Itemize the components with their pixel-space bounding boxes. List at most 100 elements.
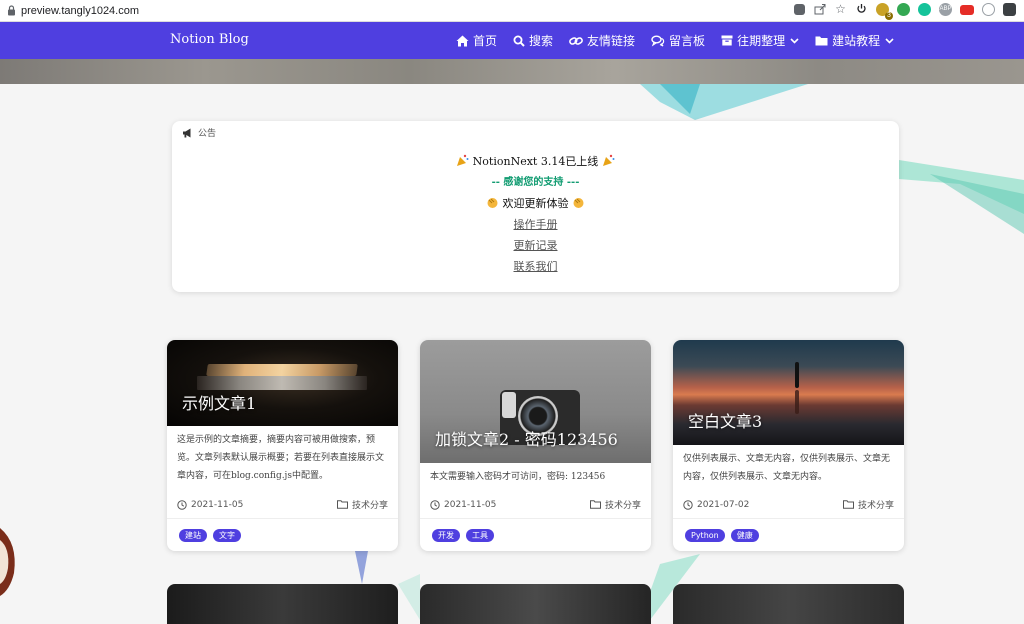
chevron-down-icon — [885, 37, 894, 44]
nav-item-tutorial[interactable]: 建站教程 — [815, 32, 894, 49]
post-date[interactable]: 2021-11-05 — [430, 500, 496, 510]
post-card[interactable]: 加锁文章2 - 密码123456 本文需要输入密码才可访问，密码: 123456… — [420, 340, 651, 551]
link-contact-us[interactable]: 联系我们 — [514, 260, 558, 273]
announcement-card: 公告 NotionNext 3.14已上线 -- 感谢您的支持 --- 欢迎更新… — [172, 121, 899, 292]
post-category-text: 技术分享 — [351, 501, 388, 511]
nav-item-label: 建站教程 — [832, 34, 881, 48]
grammarly-icon[interactable] — [918, 3, 931, 16]
nav-item-label: 往期整理 — [737, 34, 786, 48]
adblock-icon[interactable]: ABP — [939, 3, 952, 16]
clock-icon — [430, 499, 440, 510]
post-category[interactable]: 技术分享 — [336, 498, 388, 511]
post-meta: 2021-07-02 技术分享 — [683, 498, 894, 511]
laptop-body — [197, 376, 367, 390]
post-cover-image[interactable]: 加锁文章2 - 密码123456 — [420, 340, 651, 463]
card-divider — [167, 518, 398, 519]
lock-icon[interactable] — [5, 5, 17, 17]
link-user-manual[interactable]: 操作手册 — [514, 218, 558, 231]
announcement-heading: 公告 — [198, 129, 217, 139]
post-card-partial[interactable] — [167, 584, 398, 624]
nav-item-label: 留言板 — [669, 34, 706, 48]
post-cover-image[interactable]: 示例文章1 — [167, 340, 398, 426]
badge-extension-icon[interactable]: 3 — [876, 3, 893, 20]
post-tag[interactable]: Python — [685, 529, 725, 542]
post-category[interactable]: 技术分享 — [589, 498, 641, 511]
green-extension-icon[interactable] — [897, 3, 910, 16]
post-card-partial[interactable] — [673, 584, 904, 624]
search-icon — [513, 35, 525, 47]
nav-item-search[interactable]: 搜索 — [513, 32, 553, 49]
translate-icon[interactable] — [794, 4, 805, 15]
nav-item-guestbook[interactable]: 留言板 — [651, 32, 705, 49]
site-brand[interactable]: Notion Blog — [170, 32, 249, 47]
clapping-hands-icon — [487, 198, 498, 208]
card-divider — [420, 518, 651, 519]
post-category-text: 技术分享 — [857, 501, 894, 511]
mascot-illustration — [0, 528, 15, 596]
profile-icon[interactable] — [1003, 3, 1016, 16]
post-card-partial[interactable] — [420, 584, 651, 624]
post-date[interactable]: 2021-11-05 — [177, 500, 243, 510]
folder-outline-icon — [842, 500, 854, 509]
youtube-icon[interactable] — [960, 4, 974, 15]
post-date-text: 2021-11-05 — [444, 499, 497, 510]
post-tag[interactable]: 健康 — [730, 529, 759, 542]
post-tag[interactable]: 工具 — [466, 529, 494, 542]
post-date-text: 2021-07-02 — [697, 499, 750, 510]
nav-item-links[interactable]: 友情链接 — [569, 32, 635, 49]
post-title[interactable]: 示例文章1 — [182, 390, 256, 414]
link-icon — [569, 36, 583, 45]
post-meta: 2021-11-05 技术分享 — [177, 498, 388, 511]
laptop-illustration — [206, 364, 358, 376]
clapping-hands-icon — [573, 198, 584, 208]
power-icon[interactable] — [855, 3, 868, 16]
post-tags: 建站 文字 — [179, 529, 241, 542]
link-changelog[interactable]: 更新记录 — [514, 239, 558, 252]
post-tags: Python 健康 — [685, 529, 759, 542]
person-reflection — [795, 390, 799, 414]
announcement-header: 公告 — [182, 126, 216, 139]
browser-address-bar: preview.tangly1024.com ☆ 3 ABP — [0, 0, 1024, 22]
announcement-welcome-line: 欢迎更新体验 — [172, 193, 899, 214]
folder-outline-icon — [336, 500, 348, 509]
post-tag[interactable]: 开发 — [432, 529, 460, 542]
post-title[interactable]: 空白文章3 — [688, 408, 762, 432]
hero-banner-strip — [0, 59, 1024, 84]
archive-icon — [721, 35, 733, 46]
extension-badge-count: 3 — [885, 12, 893, 20]
nav-item-archive[interactable]: 往期整理 — [721, 32, 799, 49]
post-card[interactable]: 空白文章3 仅供列表展示、文章无内容，仅供列表展示、文章无内容，仅供列表展示、文… — [673, 340, 904, 551]
post-title[interactable]: 加锁文章2 - 密码123456 — [435, 426, 618, 450]
post-card[interactable]: 示例文章1 这是示例的文章摘要，摘要内容可被用做搜索，预览。文章列表默认展示概要… — [167, 340, 398, 551]
extension-toolbar: ☆ 3 ABP — [794, 3, 1016, 20]
post-date-text: 2021-11-05 — [191, 499, 244, 510]
nav-menu: 首页 搜索 友情链接 留言板 往期整理 建站教程 — [456, 22, 910, 59]
post-tag[interactable]: 文字 — [213, 529, 241, 542]
post-category[interactable]: 技术分享 — [842, 498, 894, 511]
party-popper-icon — [457, 154, 469, 166]
post-summary: 仅供列表展示、文章无内容，仅供列表展示、文章无内容，仅供列表展示、文章无内容。 — [683, 454, 891, 482]
share-icon[interactable] — [813, 3, 826, 16]
person-silhouette — [795, 362, 799, 388]
post-date[interactable]: 2021-07-02 — [683, 500, 749, 510]
party-popper-icon — [602, 154, 615, 166]
announcement-title-line: NotionNext 3.14已上线 — [172, 151, 899, 172]
post-summary: 这是示例的文章摘要，摘要内容可被用做搜索，预览。文章列表默认展示概要；若要在列表… — [177, 435, 385, 481]
announcement-subtitle: -- 感谢您的支持 --- — [491, 177, 580, 188]
bullhorn-icon — [183, 128, 191, 137]
url-text[interactable]: preview.tangly1024.com — [21, 5, 139, 17]
post-summary: 本文需要输入密码才可访问，密码: 123456 — [430, 472, 606, 482]
nav-item-home[interactable]: 首页 — [456, 32, 497, 49]
nav-item-label: 友情链接 — [587, 34, 636, 48]
post-meta: 2021-11-05 技术分享 — [430, 498, 641, 511]
announcement-body: NotionNext 3.14已上线 -- 感谢您的支持 --- 欢迎更新体验 … — [172, 151, 899, 277]
post-cover-image[interactable]: 空白文章3 — [673, 340, 904, 445]
card-divider — [673, 518, 904, 519]
post-tags: 开发 工具 — [432, 529, 494, 542]
post-tag[interactable]: 建站 — [179, 529, 207, 542]
nav-item-label: 搜索 — [529, 34, 554, 48]
star-icon[interactable]: ☆ — [834, 3, 847, 16]
comments-icon — [651, 35, 665, 47]
clock-icon — [683, 499, 693, 510]
circle-extension-icon[interactable] — [982, 3, 995, 16]
